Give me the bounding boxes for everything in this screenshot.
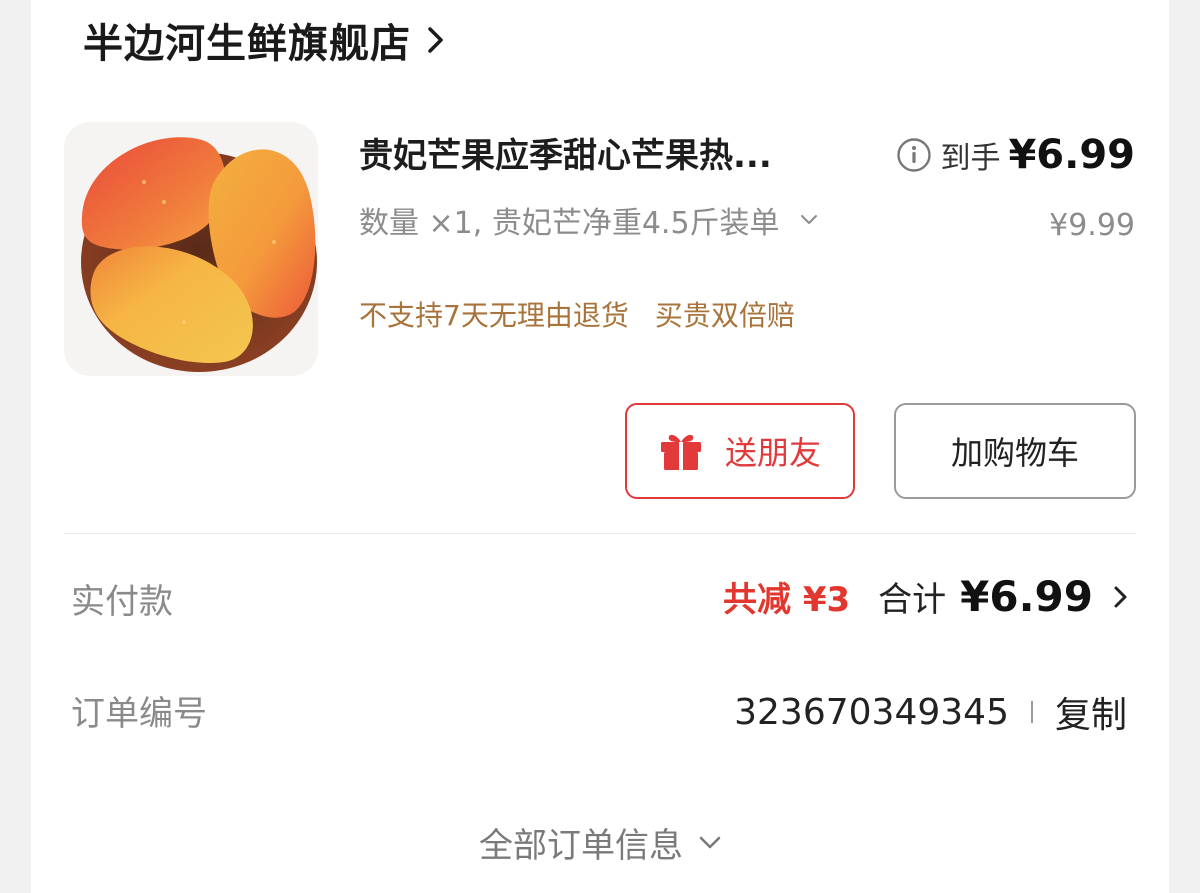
order-card: 半边河生鲜旗舰店 贵妃芒果应季甜心芒果热... 数量 ×1, 贵妃芒净重4.5斤…: [31, 0, 1169, 893]
discount-amount: 共减 ¥3: [722, 580, 851, 620]
payment-summary[interactable]: 共减 ¥3 合计 ¥6.99: [723, 572, 1129, 621]
total-label: 合计: [878, 580, 947, 620]
final-price: 到手 ¥6.99: [896, 132, 1135, 178]
total-amount: ¥6.99: [960, 572, 1093, 621]
chevron-right-icon: [428, 27, 443, 53]
payment-label: 实付款: [71, 582, 173, 622]
info-icon[interactable]: [896, 137, 932, 173]
original-price: ¥9.99: [1049, 208, 1135, 243]
order-number-row: 323670349345 复制: [734, 686, 1127, 738]
product-spec-selector[interactable]: 数量 ×1, 贵妃芒净重4.5斤装单: [359, 198, 818, 242]
price-label: 到手: [940, 141, 1001, 176]
copy-button[interactable]: 复制: [1055, 686, 1127, 738]
add-to-cart-button[interactable]: 加购物车: [894, 403, 1136, 499]
policy-no-return: 不支持7天无理由退货: [359, 299, 629, 332]
gift-icon: [660, 434, 701, 470]
chevron-down-icon: [699, 836, 721, 848]
chevron-down-icon: [800, 215, 817, 224]
store-header[interactable]: 半边河生鲜旗舰店: [83, 12, 447, 68]
price-value: ¥6.99: [1008, 132, 1135, 178]
policy-price-guarantee: 买贵双倍赔: [654, 299, 795, 332]
order-number-label: 订单编号: [71, 694, 207, 734]
product-spec: 数量 ×1, 贵妃芒净重4.5斤装单: [359, 206, 780, 241]
product-image[interactable]: [64, 122, 318, 376]
product-title[interactable]: 贵妃芒果应季甜心芒果热...: [359, 128, 879, 177]
mango-image: [81, 137, 317, 372]
all-order-info-label: 全部订单信息: [479, 826, 683, 866]
chevron-right-icon: [1114, 586, 1127, 607]
all-order-info-toggle[interactable]: 全部订单信息: [31, 818, 1169, 867]
divider: [64, 533, 1136, 534]
order-number: 323670349345: [734, 691, 1009, 733]
separator: [1030, 701, 1033, 723]
store-name[interactable]: 半边河生鲜旗舰店: [83, 11, 411, 69]
send-to-friend-label: 送朋友: [724, 434, 821, 472]
service-policies: 不支持7天无理由退货 买贵双倍赔: [359, 294, 795, 334]
send-to-friend-button[interactable]: 送朋友: [625, 403, 855, 499]
